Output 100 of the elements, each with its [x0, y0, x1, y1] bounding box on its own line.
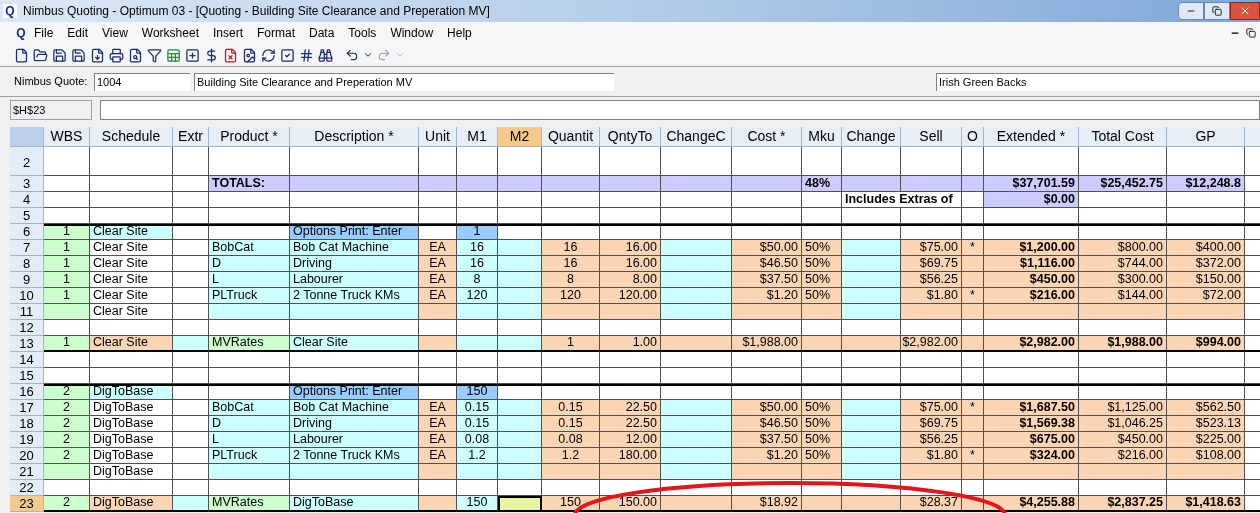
- row-number[interactable]: 11: [10, 304, 44, 320]
- table-cell[interactable]: Clear Site: [290, 336, 419, 352]
- column-header[interactable]: Unit: [419, 127, 457, 147]
- table-cell[interactable]: 0.08: [457, 432, 498, 448]
- menu-item[interactable]: Worksheet: [134, 24, 206, 42]
- table-cell[interactable]: $69.75: [901, 256, 962, 272]
- table-cell[interactable]: 2: [44, 384, 90, 400]
- table-cell[interactable]: Options Print: Enter: [290, 384, 419, 400]
- table-cell[interactable]: $12,248.8: [1167, 176, 1245, 192]
- table-cell[interactable]: Bob Cat Machine: [290, 240, 419, 256]
- table-cell[interactable]: $25,452.75: [1079, 176, 1167, 192]
- table-cell[interactable]: $1,116.00: [984, 256, 1079, 272]
- table-cell[interactable]: 12.00: [600, 432, 661, 448]
- table-cell[interactable]: 50%: [802, 288, 842, 304]
- table-cell[interactable]: $56.25: [901, 272, 962, 288]
- table-cell[interactable]: 2: [44, 496, 90, 512]
- row-number[interactable]: 19: [10, 432, 44, 448]
- table-cell[interactable]: 8: [457, 272, 498, 288]
- table-cell[interactable]: Labourer: [290, 272, 419, 288]
- table-cell[interactable]: EA: [419, 272, 457, 288]
- table-cell[interactable]: 16.00: [600, 240, 661, 256]
- table-cell[interactable]: $1.20: [732, 288, 802, 304]
- table-cell[interactable]: $1,125.00: [1079, 400, 1167, 416]
- table-cell[interactable]: $46.50: [732, 256, 802, 272]
- row-number[interactable]: 17: [10, 400, 44, 416]
- menu-item[interactable]: View: [95, 24, 135, 42]
- table-cell[interactable]: $0.00: [984, 192, 1079, 208]
- row-number[interactable]: 6: [10, 224, 44, 240]
- table-cell[interactable]: DigToBase: [90, 496, 173, 512]
- table-cell[interactable]: 1: [457, 224, 498, 240]
- column-header[interactable]: M2: [498, 127, 542, 147]
- table-cell[interactable]: Driving: [290, 256, 419, 272]
- table-cell[interactable]: Clear Site: [90, 336, 173, 352]
- row-number[interactable]: 9: [10, 272, 44, 288]
- table-cell[interactable]: 48%: [802, 176, 842, 192]
- row-number[interactable]: 3: [10, 176, 44, 192]
- table-cell[interactable]: $108.00: [1167, 448, 1245, 464]
- table-cell[interactable]: 8: [542, 272, 600, 288]
- table-cell[interactable]: $300.00: [1079, 272, 1167, 288]
- table-cell[interactable]: $72.00: [1167, 288, 1245, 304]
- table-cell[interactable]: $216.00: [984, 288, 1079, 304]
- table-cell[interactable]: PLTruck: [209, 448, 290, 464]
- table-cell[interactable]: $4,255.88: [984, 496, 1079, 512]
- table-cell[interactable]: Clear Site: [90, 304, 173, 320]
- table-cell[interactable]: EA: [419, 400, 457, 416]
- table-cell[interactable]: D: [209, 256, 290, 272]
- table-cell[interactable]: $324.00: [984, 448, 1079, 464]
- table-cell[interactable]: 0.15: [542, 400, 600, 416]
- menu-item[interactable]: Format: [250, 24, 302, 42]
- column-header[interactable]: Change: [842, 127, 901, 147]
- column-header[interactable]: Quantit: [542, 127, 600, 147]
- table-cell[interactable]: *: [962, 400, 984, 416]
- table-cell[interactable]: 1: [44, 256, 90, 272]
- table-cell[interactable]: 50%: [802, 448, 842, 464]
- row-number[interactable]: 12: [10, 320, 44, 336]
- table-cell[interactable]: $372.00: [1167, 256, 1245, 272]
- column-header[interactable]: O: [962, 127, 984, 147]
- row-number[interactable]: 13: [10, 336, 44, 352]
- column-header[interactable]: Extr: [173, 127, 209, 147]
- table-cell[interactable]: *: [962, 288, 984, 304]
- table-cell[interactable]: $2,982.00: [901, 336, 962, 352]
- table-cell[interactable]: $2,982.00: [984, 336, 1079, 352]
- row-number[interactable]: 22: [10, 480, 44, 496]
- table-cell[interactable]: Driving: [290, 416, 419, 432]
- row-number[interactable]: 7: [10, 240, 44, 256]
- table-cell[interactable]: $744.00: [1079, 256, 1167, 272]
- table-cell[interactable]: $28.37: [901, 496, 962, 512]
- table-cell[interactable]: $1,200.00: [984, 240, 1079, 256]
- table-cell[interactable]: 1.2: [542, 448, 600, 464]
- cell-reference-field[interactable]: $H$23: [10, 99, 92, 120]
- table-cell[interactable]: MVRates: [209, 496, 290, 512]
- column-header[interactable]: Schedule: [90, 127, 173, 147]
- table-cell[interactable]: $450.00: [984, 272, 1079, 288]
- table-cell[interactable]: Clear Site: [90, 240, 173, 256]
- row-number[interactable]: 2: [10, 147, 44, 176]
- table-cell[interactable]: 2: [44, 448, 90, 464]
- table-cell[interactable]: 150: [457, 384, 498, 400]
- table-cell[interactable]: $800.00: [1079, 240, 1167, 256]
- table-cell[interactable]: $562.50: [1167, 400, 1245, 416]
- table-cell[interactable]: 0.08: [542, 432, 600, 448]
- table-cell[interactable]: 2: [44, 432, 90, 448]
- menu-item[interactable]: Tools: [341, 24, 384, 42]
- table-cell[interactable]: $69.75: [901, 416, 962, 432]
- table-cell[interactable]: PLTruck: [209, 288, 290, 304]
- quote-number-field[interactable]: 1004: [94, 72, 190, 91]
- column-header[interactable]: WBS: [44, 127, 90, 147]
- table-cell[interactable]: Clear Site: [90, 288, 173, 304]
- table-cell[interactable]: $1,988.00: [1079, 336, 1167, 352]
- table-cell[interactable]: D: [209, 416, 290, 432]
- table-cell[interactable]: $675.00: [984, 432, 1079, 448]
- table-cell[interactable]: EA: [419, 288, 457, 304]
- table-cell[interactable]: $1,418.63: [1167, 496, 1245, 512]
- table-cell[interactable]: 0.15: [457, 416, 498, 432]
- table-cell[interactable]: DigToBase: [90, 448, 173, 464]
- table-cell[interactable]: 1.00: [600, 336, 661, 352]
- table-cell[interactable]: 150: [457, 496, 498, 512]
- table-cell[interactable]: L: [209, 432, 290, 448]
- column-header[interactable]: GP: [1167, 127, 1245, 147]
- table-cell[interactable]: 1: [44, 224, 90, 240]
- table-cell[interactable]: $37,701.59: [984, 176, 1079, 192]
